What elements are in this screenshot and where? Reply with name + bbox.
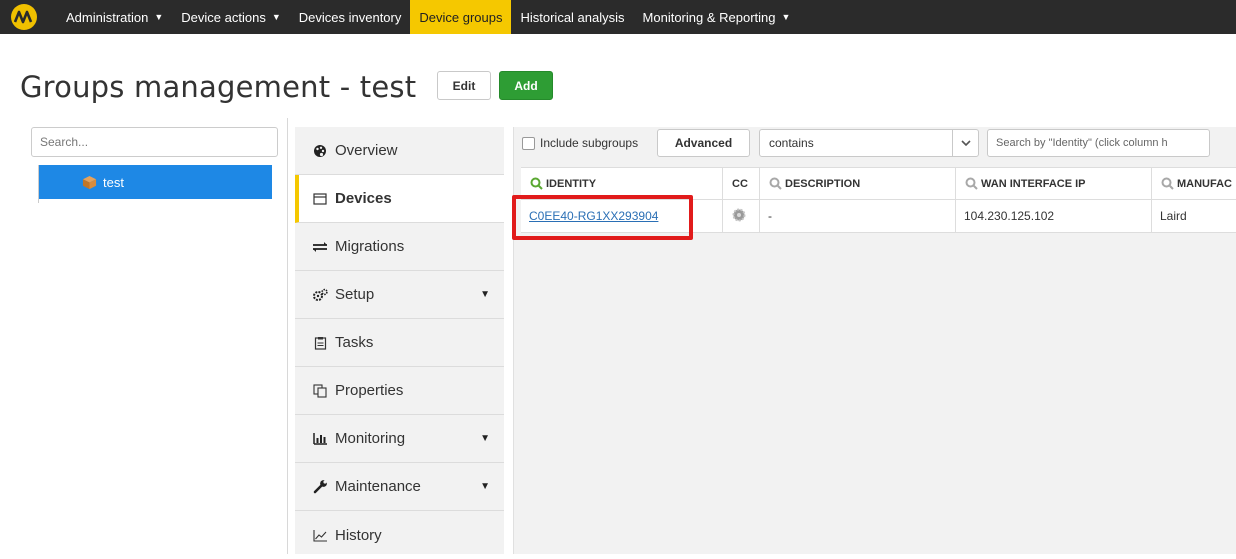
caret-down-icon: ▼: [480, 289, 490, 300]
cogs-icon: [312, 287, 328, 303]
copy-icon: [312, 383, 328, 399]
bar-chart-icon: [312, 431, 328, 447]
column-header-wan-ip[interactable]: WAN INTERFACE IP: [956, 168, 1152, 199]
clipboard-icon: [312, 335, 328, 351]
menu-item-label: Setup: [335, 286, 375, 303]
gear-icon[interactable]: [732, 208, 746, 225]
nav-administration-label: Administration: [66, 9, 149, 25]
nav-historical-analysis[interactable]: Historical analysis: [511, 0, 633, 34]
tree-search-input[interactable]: [31, 127, 278, 157]
column-header-label: CC: [732, 177, 748, 190]
search-icon[interactable]: [769, 177, 782, 190]
nav-administration[interactable]: Administration ▼: [48, 0, 172, 34]
page-title: Groups management - test: [20, 70, 417, 104]
menu-item-properties[interactable]: Properties: [295, 367, 504, 415]
line-chart-icon: [312, 527, 328, 543]
tree-node-test[interactable]: test: [39, 165, 272, 199]
menu-item-label: Maintenance: [335, 478, 421, 495]
menu-item-maintenance[interactable]: Maintenance ▼: [295, 463, 504, 511]
nav-devices-inventory-label: Devices inventory: [298, 9, 402, 25]
cell-cc: [723, 200, 760, 232]
table-row[interactable]: C0EE40-RG1XX293904 - 104.230.125.102 Lai…: [521, 200, 1236, 233]
chevron-down-icon[interactable]: [952, 130, 978, 156]
nav-device-actions-label: Device actions: [181, 9, 266, 25]
column-header-label: DESCRIPTION: [785, 177, 861, 190]
column-header-label: IDENTITY: [546, 177, 597, 190]
menu-item-label: Tasks: [335, 334, 374, 351]
menu-item-label: Overview: [335, 142, 398, 159]
caret-down-icon: ▼: [781, 12, 791, 22]
identity-search-input[interactable]: [987, 129, 1210, 157]
caret-down-icon: ▼: [480, 433, 490, 444]
column-header-cc[interactable]: CC: [723, 168, 760, 199]
column-header-manufacturer[interactable]: MANUFAC: [1152, 168, 1236, 199]
menu-item-tasks[interactable]: Tasks: [295, 319, 504, 367]
cell-identity: C0EE40-RG1XX293904: [521, 200, 723, 232]
search-icon[interactable]: [530, 177, 543, 190]
device-identity-link[interactable]: C0EE40-RG1XX293904: [529, 209, 658, 223]
menu-item-history[interactable]: History: [295, 511, 504, 559]
cell-wan-ip: 104.230.125.102: [956, 200, 1152, 232]
menu-item-overview[interactable]: Overview: [295, 127, 504, 175]
nav-historical-analysis-label: Historical analysis: [520, 9, 625, 25]
column-header-label: WAN INTERFACE IP: [981, 177, 1086, 190]
cell-manufacturer: Laird: [1160, 209, 1187, 223]
nav-devices-inventory[interactable]: Devices inventory: [290, 0, 411, 34]
app-logo[interactable]: [0, 0, 48, 34]
cell-description: -: [760, 200, 956, 232]
nav-monitoring-reporting-label: Monitoring & Reporting: [642, 9, 776, 25]
table-header: IDENTITY CC DESCRIPTION WAN INTERFACE IP…: [521, 167, 1236, 200]
operator-select[interactable]: contains: [759, 129, 979, 157]
nav-device-actions[interactable]: Device actions ▼: [172, 0, 289, 34]
column-header-label: MANUFAC: [1177, 177, 1232, 190]
palette-icon: [312, 143, 328, 159]
nav-device-groups[interactable]: Device groups: [410, 0, 512, 34]
menu-item-setup[interactable]: Setup ▼: [295, 271, 504, 319]
add-button[interactable]: Add: [499, 71, 553, 100]
edit-button[interactable]: Edit: [437, 71, 491, 100]
menu-item-label: Monitoring: [335, 430, 406, 447]
logo-icon: [11, 4, 37, 30]
package-icon: [82, 175, 97, 190]
menu-item-monitoring[interactable]: Monitoring ▼: [295, 415, 504, 463]
window-icon: [312, 191, 328, 207]
wrench-icon: [312, 479, 328, 495]
caret-down-icon: ▼: [271, 12, 281, 22]
operator-value: contains: [769, 136, 814, 150]
nav-device-groups-label: Device groups: [419, 9, 503, 25]
caret-down-icon: ▼: [480, 481, 490, 492]
menu-item-label: Migrations: [335, 238, 405, 255]
menu-item-migrations[interactable]: Migrations: [295, 223, 504, 271]
include-subgroups-label: Include subgroups: [540, 136, 639, 150]
include-subgroups-checkbox[interactable]: Include subgroups: [522, 130, 638, 156]
nav-monitoring-reporting[interactable]: Monitoring & Reporting ▼: [634, 0, 800, 34]
menu-item-devices[interactable]: Devices: [295, 175, 504, 223]
menu-item-label: Properties: [335, 382, 404, 399]
column-header-description[interactable]: DESCRIPTION: [760, 168, 956, 199]
search-icon[interactable]: [965, 177, 978, 190]
tree-node-label: test: [103, 174, 124, 190]
panel-divider: [287, 118, 288, 554]
migrate-icon: [312, 239, 328, 255]
advanced-button[interactable]: Advanced: [657, 129, 750, 157]
top-navbar: Administration ▼ Device actions ▼ Devices …: [0, 0, 1236, 34]
checkbox-box[interactable]: [522, 136, 535, 150]
menu-item-label: Devices: [335, 190, 392, 207]
search-icon[interactable]: [1161, 177, 1174, 190]
column-header-identity[interactable]: IDENTITY: [521, 168, 723, 199]
group-side-menu: Overview Devices Migrations Setup ▼ Task…: [295, 127, 504, 554]
menu-item-label: History: [335, 526, 382, 544]
caret-down-icon: ▼: [154, 12, 164, 22]
